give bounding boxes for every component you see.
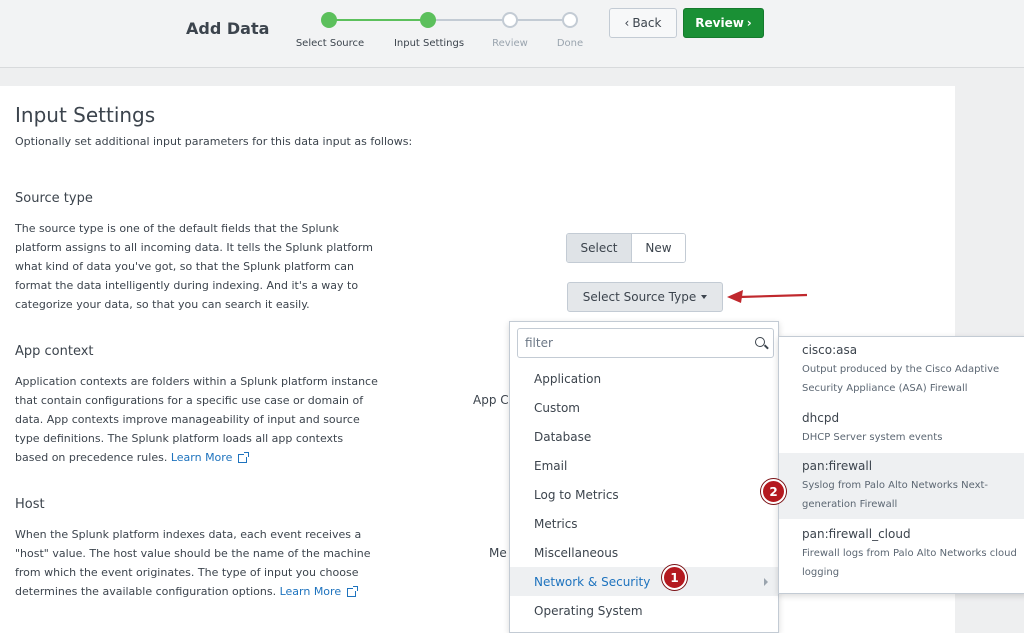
- search-icon: [755, 337, 765, 347]
- desc-line: When the Splunk platform indexes data, e…: [15, 528, 362, 541]
- step-done-dot: [562, 12, 578, 28]
- desc-line: categorize your data, so that you can se…: [15, 298, 310, 311]
- learn-more-link[interactable]: Learn More: [170, 451, 250, 464]
- desc-line: determines the available configuration o…: [15, 582, 405, 601]
- desc-line: The source type is one of the default fi…: [15, 222, 339, 235]
- new-toggle-button[interactable]: New: [632, 234, 685, 262]
- source-type-description: The source type is one of the default fi…: [15, 219, 405, 314]
- step-input-settings-label: Input Settings: [393, 38, 465, 49]
- category-item[interactable]: Log to Metrics: [510, 480, 778, 509]
- source-type-option-pan-firewall-cloud[interactable]: pan:firewall_cloud Firewall logs from Pa…: [779, 527, 1024, 587]
- learn-more-label: Learn More: [279, 585, 342, 598]
- step-select-source-dot: [321, 12, 337, 28]
- category-item-network-security[interactable]: Network & Security: [510, 567, 778, 596]
- category-item[interactable]: Metrics: [510, 509, 778, 538]
- desc-line: "host" value. The host value should be t…: [15, 547, 371, 560]
- desc-line: what kind of data you've got, so that th…: [15, 260, 354, 273]
- callout-badge-1: 1: [662, 565, 687, 590]
- callout-badge-2: 2: [761, 479, 786, 504]
- desc-line: based on precedence rules. Learn More: [15, 448, 405, 467]
- app-context-heading: App context: [15, 344, 94, 359]
- step-review-dot: [502, 12, 518, 28]
- caret-down-icon: [701, 295, 708, 299]
- source-type-heading: Source type: [15, 191, 93, 206]
- category-item[interactable]: Miscellaneous: [510, 538, 778, 567]
- desc-text: determines the available configuration o…: [15, 585, 277, 598]
- source-type-flyout: cisco:asa Output produced by the Cisco A…: [778, 336, 1024, 594]
- source-type-name: pan:firewall_cloud: [802, 527, 911, 541]
- learn-more-link[interactable]: Learn More: [279, 585, 359, 598]
- external-link-icon: [347, 585, 359, 597]
- page-title: Input Settings: [15, 103, 156, 127]
- source-type-option-pan-firewall[interactable]: pan:firewall Syslog from Palo Alto Netwo…: [779, 453, 1024, 519]
- category-list: Application Custom Database Email Log to…: [510, 364, 778, 632]
- source-type-name: pan:firewall: [802, 459, 873, 473]
- source-type-option-cisco-asa[interactable]: cisco:asa Output produced by the Cisco A…: [779, 343, 1024, 403]
- host-field-label: Me: [489, 546, 507, 560]
- step-done-label: Done: [556, 38, 584, 49]
- annotation-arrow-icon: [727, 290, 808, 303]
- app-context-field-label: App C: [473, 393, 509, 407]
- source-type-name: dhcpd: [802, 411, 840, 425]
- desc-line: type definitions. The Splunk platform lo…: [15, 432, 344, 445]
- desc-line: from which the event originates. The typ…: [15, 566, 359, 579]
- category-item[interactable]: Application: [510, 364, 778, 393]
- host-heading: Host: [15, 497, 45, 512]
- category-item[interactable]: Email: [510, 451, 778, 480]
- category-item[interactable]: Database: [510, 422, 778, 451]
- select-source-type-button[interactable]: Select Source Type: [567, 282, 723, 312]
- step-connector: [428, 19, 510, 21]
- desc-line: format the data intelligently during ind…: [15, 279, 359, 292]
- filter-field: [517, 328, 774, 358]
- review-button-label: Review: [695, 16, 744, 30]
- learn-more-label: Learn More: [170, 451, 233, 464]
- source-type-option-dhcpd[interactable]: dhcpd DHCP Server system events: [779, 411, 1024, 451]
- source-type-description: Firewall logs from Palo Alto Networks cl…: [802, 548, 1017, 578]
- back-button-label: Back: [632, 16, 662, 30]
- desc-line: platform assigns to all incoming data. I…: [15, 241, 373, 254]
- chevron-left-icon: ‹: [624, 16, 630, 30]
- source-type-dropdown: Application Custom Database Email Log to…: [509, 321, 779, 633]
- source-type-description: DHCP Server system events: [802, 432, 943, 443]
- desc-line: data. App contexts improve manageability…: [15, 413, 360, 426]
- review-button[interactable]: Review ›: [683, 8, 764, 38]
- app-context-description: Application contexts are folders within …: [15, 372, 405, 467]
- external-link-icon: [238, 451, 250, 463]
- host-description: When the Splunk platform indexes data, e…: [15, 525, 405, 601]
- wizard-header: Add Data Select Source Input Settings Re…: [0, 0, 1024, 68]
- back-button[interactable]: ‹ Back: [609, 8, 677, 38]
- source-type-name: cisco:asa: [802, 343, 858, 357]
- step-connector: [336, 19, 428, 21]
- step-review-label: Review: [492, 38, 528, 49]
- step-select-source-label: Select Source: [295, 38, 365, 49]
- source-type-description: Syslog from Palo Alto Networks Next-gene…: [802, 480, 989, 510]
- wizard-title: Add Data: [186, 19, 270, 38]
- category-item[interactable]: Operating System: [510, 596, 778, 625]
- step-input-settings-dot: [420, 12, 436, 28]
- select-source-type-label: Select Source Type: [582, 290, 697, 304]
- step-connector: [510, 19, 570, 21]
- source-type-mode-toggle: Select New: [566, 233, 686, 263]
- desc-line: that contain configurations for a specif…: [15, 394, 364, 407]
- category-item[interactable]: Custom: [510, 393, 778, 422]
- page-subtitle: Optionally set additional input paramete…: [15, 135, 413, 148]
- desc-text: based on precedence rules.: [15, 451, 168, 464]
- select-toggle-button[interactable]: Select: [567, 234, 632, 262]
- chevron-right-icon: ›: [746, 16, 752, 30]
- category-item[interactable]: Structured: [510, 625, 778, 632]
- filter-input[interactable]: [518, 329, 738, 357]
- desc-line: Application contexts are folders within …: [15, 375, 378, 388]
- source-type-description: Output produced by the Cisco Adaptive Se…: [802, 364, 1000, 394]
